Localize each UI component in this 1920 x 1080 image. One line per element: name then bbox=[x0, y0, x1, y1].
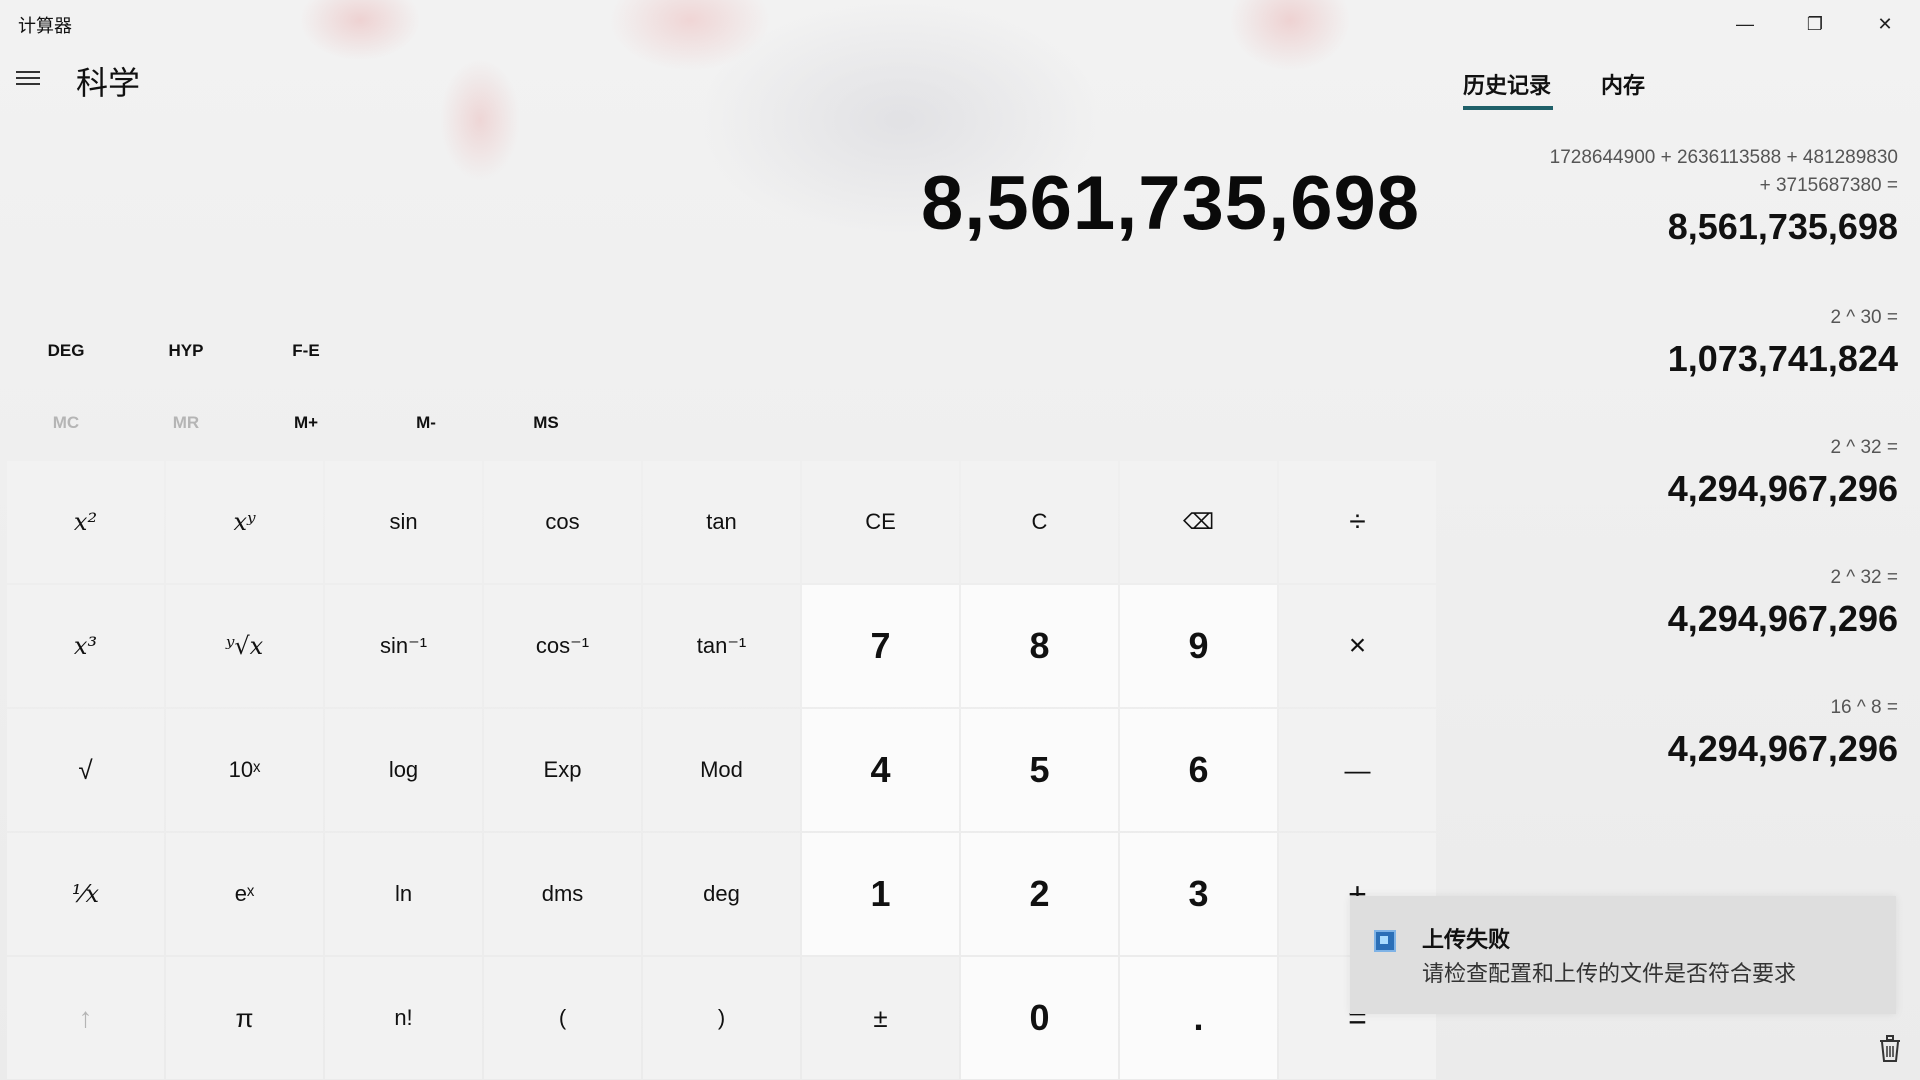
keypad: x² xʸ sin cos tan CE C ⌫ ÷ x³ ʸ√x sin⁻¹ … bbox=[7, 461, 1436, 1079]
tab-memory[interactable]: 内存 bbox=[1601, 68, 1645, 100]
history-result: 4,294,967,296 bbox=[1667, 468, 1898, 509]
ln-button[interactable]: ln bbox=[325, 833, 482, 955]
deg-function-button[interactable]: deg bbox=[643, 833, 800, 955]
toast-message: 请检查配置和上传的文件是否符合要求 bbox=[1422, 961, 1797, 986]
negate-button[interactable]: ± bbox=[802, 957, 959, 1079]
app-title: 计算器 bbox=[18, 16, 72, 36]
left-paren-button[interactable]: ( bbox=[484, 957, 641, 1079]
history-expression-cont: + 3715687380 = bbox=[1759, 175, 1898, 196]
mr-button: MR bbox=[172, 413, 200, 432]
four-button[interactable]: 4 bbox=[802, 709, 959, 831]
history-result: 4,294,967,296 bbox=[1667, 598, 1898, 639]
history-item[interactable]: 2 ^ 30 = 1,073,741,824 bbox=[1440, 304, 1898, 380]
minus-button[interactable]: — bbox=[1279, 709, 1436, 831]
seven-button[interactable]: 7 bbox=[802, 585, 959, 707]
history-result: 8,561,735,698 bbox=[1667, 206, 1898, 247]
zero-button[interactable]: 0 bbox=[961, 957, 1118, 1079]
shift-button[interactable]: ↑ bbox=[7, 957, 164, 1079]
x-squared-button[interactable]: x² bbox=[7, 461, 164, 583]
sqrt-button[interactable]: √ bbox=[7, 709, 164, 831]
eight-button[interactable]: 8 bbox=[961, 585, 1118, 707]
upload-failed-toast[interactable]: 上传失败 请检查配置和上传的文件是否符合要求 bbox=[1350, 896, 1896, 1014]
app-icon bbox=[1374, 930, 1396, 952]
decimal-button[interactable]: . bbox=[1120, 957, 1277, 1079]
x-power-y-button[interactable]: xʸ bbox=[166, 461, 323, 583]
six-button[interactable]: 6 bbox=[1120, 709, 1277, 831]
backspace-button[interactable]: ⌫ bbox=[1120, 461, 1277, 583]
history-result: 1,073,741,824 bbox=[1667, 338, 1898, 379]
asin-button[interactable]: sin⁻¹ bbox=[325, 585, 482, 707]
history-expression: 16 ^ 8 = bbox=[1830, 697, 1898, 718]
acos-button[interactable]: cos⁻¹ bbox=[484, 585, 641, 707]
tab-history[interactable]: 历史记录 bbox=[1463, 68, 1551, 100]
history-item[interactable]: 16 ^ 8 = 4,294,967,296 bbox=[1440, 694, 1898, 770]
one-button[interactable]: 1 bbox=[802, 833, 959, 955]
ms-button[interactable]: MS bbox=[488, 402, 604, 444]
history-item[interactable]: 2 ^ 32 = 4,294,967,296 bbox=[1440, 564, 1898, 640]
mode-title: 科学 bbox=[76, 65, 141, 101]
history-expression: 2 ^ 30 = bbox=[1830, 307, 1898, 328]
nine-button[interactable]: 9 bbox=[1120, 585, 1277, 707]
dms-button[interactable]: dms bbox=[484, 833, 641, 955]
multiply-button[interactable]: × bbox=[1279, 585, 1436, 707]
title-bar: 计算器 — ❐ ✕ bbox=[0, 0, 1920, 48]
result-display: 8,561,735,698 bbox=[920, 161, 1420, 246]
pi-button[interactable]: π bbox=[166, 957, 323, 1079]
mod-button[interactable]: Mod bbox=[643, 709, 800, 831]
m-minus-button[interactable]: M- bbox=[368, 402, 484, 444]
two-button[interactable]: 2 bbox=[961, 833, 1118, 955]
history-item[interactable]: 1728644900 + 2636113588 + 481289830 + 37… bbox=[1440, 144, 1898, 248]
deg-button[interactable]: DEG bbox=[8, 330, 124, 372]
hamburger-icon[interactable] bbox=[16, 64, 44, 92]
close-button[interactable]: ✕ bbox=[1850, 0, 1920, 48]
atan-button[interactable]: tan⁻¹ bbox=[643, 585, 800, 707]
history-item[interactable]: 2 ^ 32 = 4,294,967,296 bbox=[1440, 434, 1898, 510]
three-button[interactable]: 3 bbox=[1120, 833, 1277, 955]
y-root-x-button[interactable]: ʸ√x bbox=[166, 585, 323, 707]
divide-button[interactable]: ÷ bbox=[1279, 461, 1436, 583]
tab-indicator bbox=[1463, 106, 1553, 110]
history-expression: 2 ^ 32 = bbox=[1830, 437, 1898, 458]
factorial-button[interactable]: n! bbox=[325, 957, 482, 1079]
log-button[interactable]: log bbox=[325, 709, 482, 831]
right-paren-button[interactable]: ) bbox=[643, 957, 800, 1079]
ce-button[interactable]: CE bbox=[802, 461, 959, 583]
sin-button[interactable]: sin bbox=[325, 461, 482, 583]
m-plus-button[interactable]: M+ bbox=[248, 402, 364, 444]
x-cubed-button[interactable]: x³ bbox=[7, 585, 164, 707]
hyp-button[interactable]: HYP bbox=[128, 330, 244, 372]
history-expression: 2 ^ 32 = bbox=[1830, 567, 1898, 588]
tan-button[interactable]: tan bbox=[643, 461, 800, 583]
maximize-button[interactable]: ❐ bbox=[1780, 0, 1850, 48]
five-button[interactable]: 5 bbox=[961, 709, 1118, 831]
cos-button[interactable]: cos bbox=[484, 461, 641, 583]
toast-title: 上传失败 bbox=[1422, 927, 1511, 952]
minimize-button[interactable]: — bbox=[1710, 0, 1780, 48]
mc-button: MC bbox=[52, 413, 80, 432]
history-result: 4,294,967,296 bbox=[1667, 728, 1898, 769]
e-power-x-button[interactable]: eˣ bbox=[166, 833, 323, 955]
ten-power-x-button[interactable]: 10ˣ bbox=[166, 709, 323, 831]
exp-button[interactable]: Exp bbox=[484, 709, 641, 831]
clear-button[interactable]: C bbox=[961, 461, 1118, 583]
fe-button[interactable]: F-E bbox=[248, 330, 364, 372]
reciprocal-button[interactable]: ⅟x bbox=[7, 833, 164, 955]
history-expression: 1728644900 + 2636113588 + 481289830 bbox=[1549, 147, 1898, 168]
trash-icon[interactable] bbox=[1877, 1033, 1903, 1063]
